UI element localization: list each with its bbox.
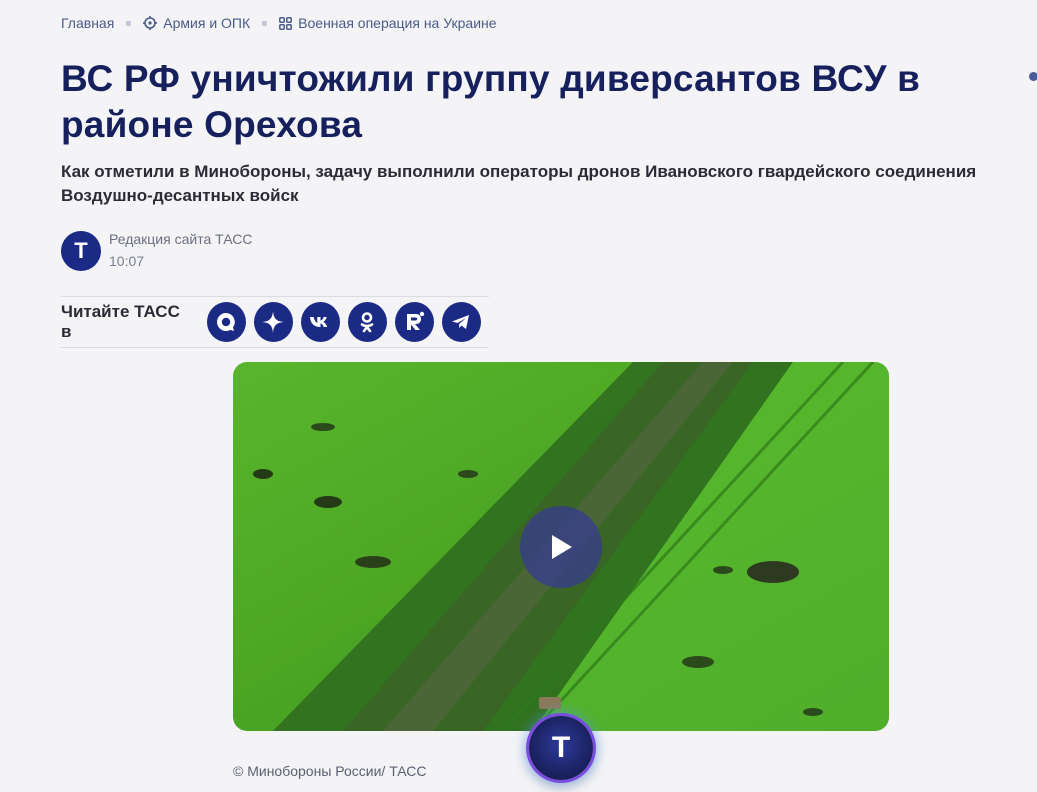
breadcrumb-section-label: Армия и ОПК bbox=[163, 15, 251, 31]
breadcrumb-separator bbox=[126, 20, 132, 26]
play-icon bbox=[552, 535, 572, 559]
breadcrumb-separator bbox=[262, 20, 268, 26]
author-block: Т Редакция сайта ТАСС 10:07 bbox=[61, 231, 252, 271]
scroll-indicator[interactable] bbox=[1029, 72, 1037, 81]
author-meta: Редакция сайта ТАСС 10:07 bbox=[109, 231, 252, 269]
breadcrumb-home-label: Главная bbox=[61, 15, 115, 31]
dzen-icon[interactable] bbox=[253, 302, 293, 342]
publish-time: 10:07 bbox=[109, 253, 145, 269]
avatar[interactable]: Т bbox=[61, 231, 101, 271]
article-lead: Как отметили в Минобороны, задачу выполн… bbox=[61, 162, 977, 205]
odnoklassniki-icon[interactable] bbox=[347, 302, 387, 342]
page-title: ВС РФ уничтожили группу диверсантов ВСУ … bbox=[61, 58, 921, 145]
media-caption: © Минобороны России/ ТАСС bbox=[233, 763, 427, 779]
play-button[interactable] bbox=[520, 506, 602, 588]
breadcrumb-home[interactable]: Главная bbox=[61, 15, 114, 31]
max-icon[interactable] bbox=[206, 302, 246, 342]
avatar-letter: Т bbox=[74, 238, 88, 263]
target-icon bbox=[143, 16, 158, 30]
tass-assistant-button[interactable]: Т bbox=[529, 716, 593, 780]
social-follow-bar: Читайте ТАСС в bbox=[61, 296, 489, 348]
grid-icon bbox=[279, 16, 293, 30]
social-follow-label: Читайте ТАСС в bbox=[61, 302, 180, 341]
vk-icon[interactable] bbox=[300, 302, 340, 342]
breadcrumb: Главная Армия и ОПК Военная операция на … bbox=[61, 13, 497, 33]
breadcrumb-topic-label: Военная операция на Украине bbox=[298, 15, 497, 31]
tass-fab-letter: Т bbox=[551, 731, 571, 764]
rutube-icon[interactable] bbox=[394, 302, 434, 342]
author-name[interactable]: Редакция сайта ТАСС bbox=[109, 231, 252, 247]
breadcrumb-topic[interactable]: Военная операция на Украине bbox=[279, 15, 497, 31]
telegram-icon[interactable] bbox=[441, 302, 481, 342]
breadcrumb-section[interactable]: Армия и ОПК bbox=[143, 15, 250, 31]
